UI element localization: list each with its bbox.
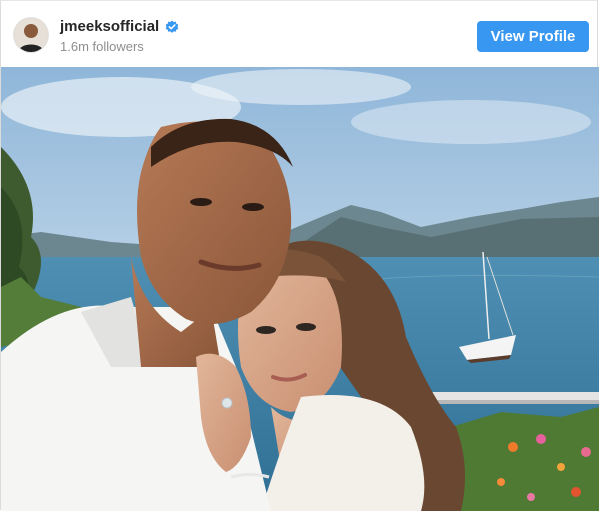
user-block: jmeeksofficial 1.6m followers [60, 18, 179, 54]
post-photo[interactable] [1, 67, 599, 511]
view-profile-button[interactable]: View Profile [477, 21, 589, 52]
username-row: jmeeksofficial [60, 18, 179, 35]
verified-badge-icon [165, 20, 179, 34]
username[interactable]: jmeeksofficial [60, 18, 159, 35]
instagram-embed-card: jmeeksofficial 1.6m followers View Profi… [0, 0, 599, 511]
post-header: jmeeksofficial 1.6m followers View Profi… [1, 1, 597, 68]
avatar[interactable] [13, 17, 49, 53]
follower-count: 1.6m followers [60, 39, 144, 54]
